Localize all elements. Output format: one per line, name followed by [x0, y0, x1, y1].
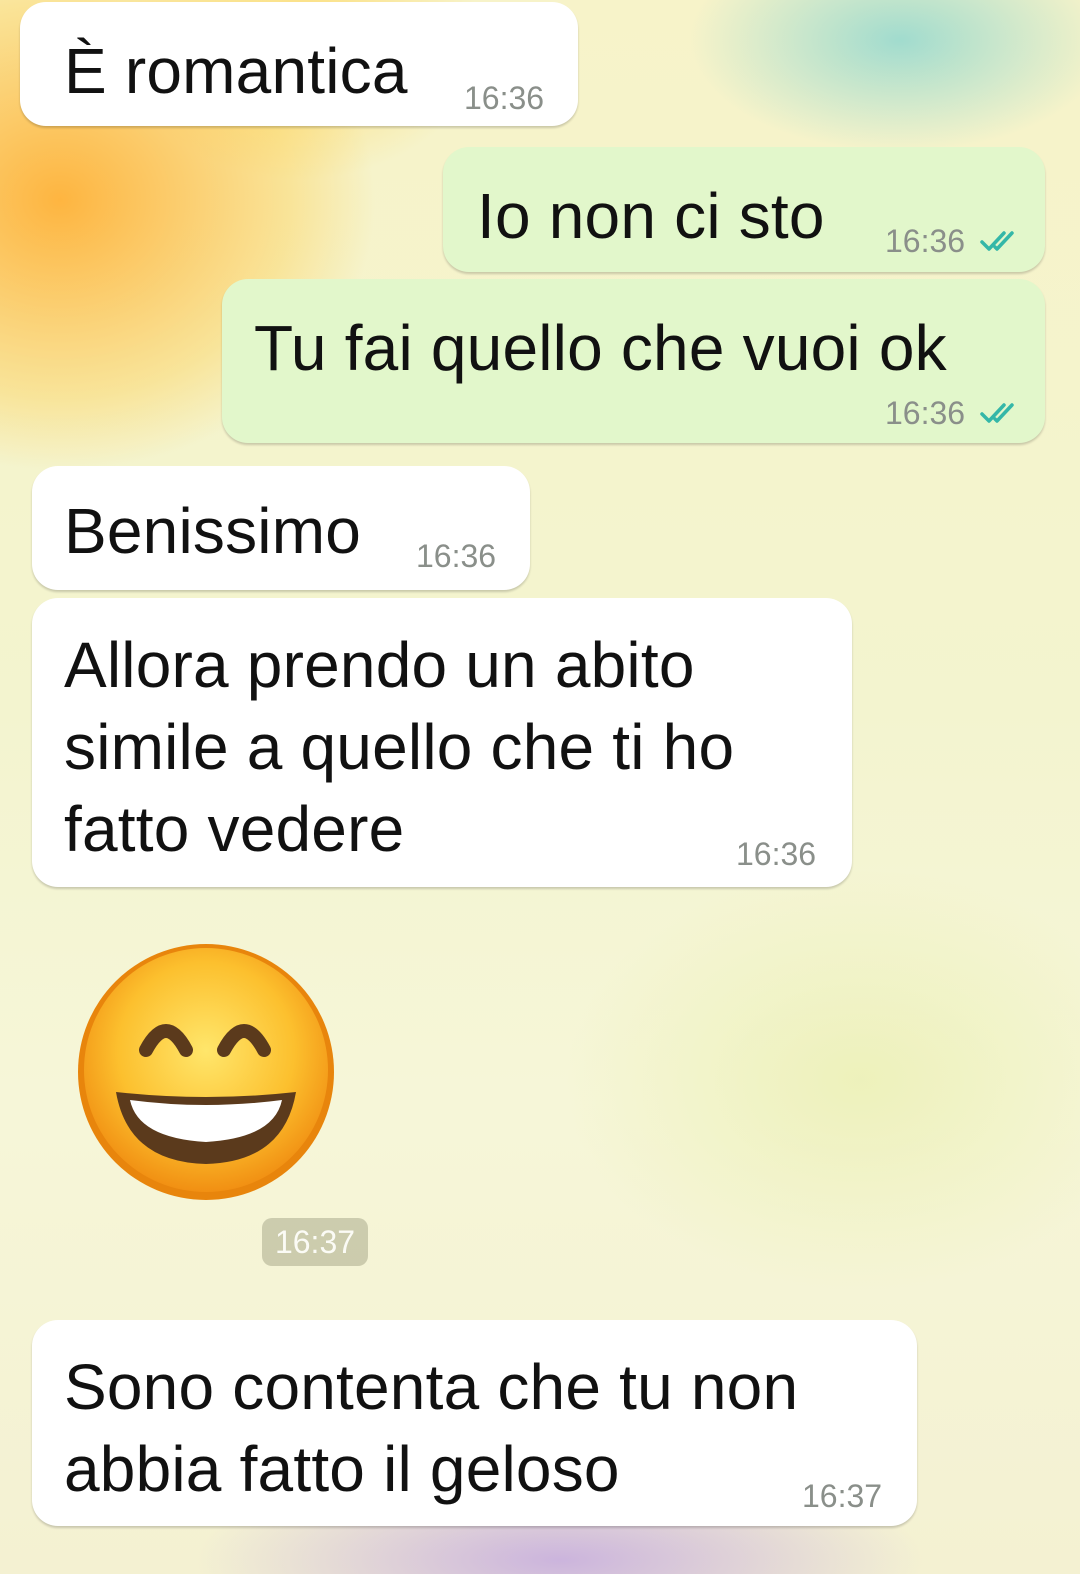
chat-thread[interactable]: È romantica 16:36 Io non ci sto 16:36 Tu…	[0, 0, 1080, 1574]
grinning-face-emoji-icon	[78, 944, 334, 1200]
message-time: 16:36	[885, 223, 966, 259]
message-bubble-incoming[interactable]: È romantica 16:36	[20, 2, 578, 126]
message-time: 16:37	[802, 1478, 883, 1514]
message-text: Io non ci sto	[477, 180, 825, 252]
message-time: 16:36	[736, 836, 817, 872]
message-time: 16:36	[885, 395, 966, 431]
message-text: Benissimo	[64, 495, 362, 567]
message-bubble-incoming[interactable]: Sono contenta che tu non abbia fatto il …	[32, 1320, 917, 1526]
double-check-icon	[980, 403, 1014, 423]
message-bubble-incoming[interactable]: Benissimo 16:36	[32, 466, 530, 590]
message-text: Sono contenta che tu non abbia fatto il …	[64, 1351, 799, 1505]
message-time: 16:36	[416, 538, 497, 574]
message-bubble-outgoing[interactable]: Tu fai quello che vuoi ok 16:36	[222, 279, 1045, 443]
message-text: È romantica	[64, 35, 408, 107]
message-text: Tu fai quello che vuoi ok	[254, 312, 947, 384]
double-check-icon	[980, 231, 1014, 251]
emoji-message-time: 16:37	[262, 1218, 368, 1266]
message-bubble-incoming[interactable]: Allora prendo un abito simile a quello c…	[32, 598, 852, 887]
message-bubble-outgoing[interactable]: Io non ci sto 16:36	[443, 147, 1045, 272]
emoji-message[interactable]	[74, 940, 338, 1204]
message-time: 16:36	[464, 80, 545, 116]
message-text: Allora prendo un abito simile a quello c…	[64, 629, 735, 865]
